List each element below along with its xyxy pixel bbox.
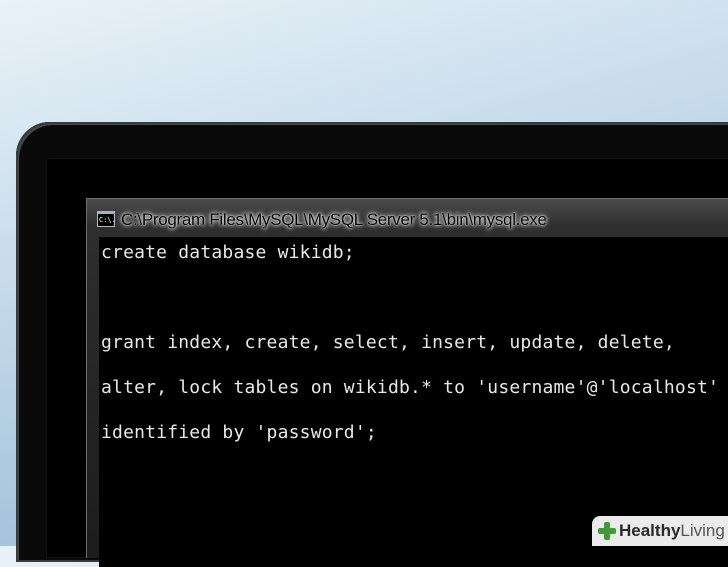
watermark-brand-bold: Healthy [619,521,681,540]
title-bar[interactable]: C:\. C:\Program Files\MySQL\MySQL Server… [87,199,728,237]
window-title: C:\Program Files\MySQL\MySQL Server 5.1\… [121,210,547,229]
watermark: Healthy Living [592,516,728,546]
watermark-brand-light: Living [680,521,725,540]
cmd-icon[interactable]: C:\. [97,211,116,227]
cmd-window[interactable]: C:\. C:\Program Files\MySQL\MySQL Server… [86,198,728,567]
console-line: alter, lock tables on wikidb.* to 'usern… [101,377,720,398]
console-line: identified by 'password'; [101,422,377,443]
console-line: create database wikidb; [101,242,355,263]
console-line: grant index, create, select, insert, upd… [101,332,675,353]
cross-logo-icon [598,522,616,540]
